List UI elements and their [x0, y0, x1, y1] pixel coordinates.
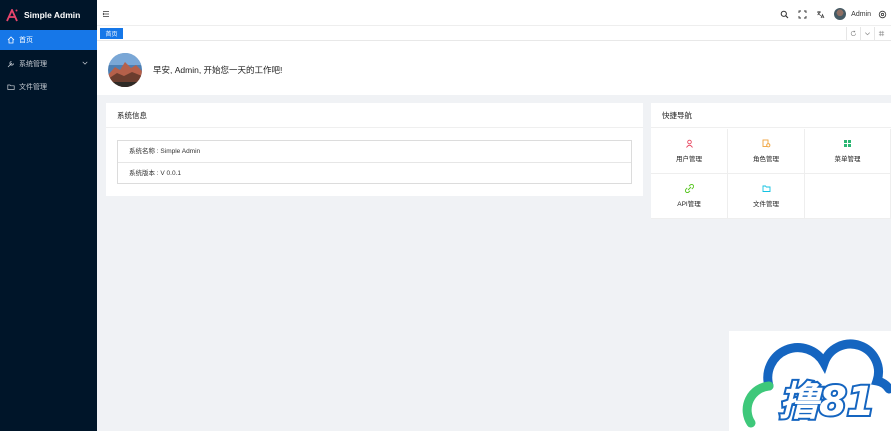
fullscreen-icon	[798, 10, 807, 18]
avatar[interactable]	[834, 8, 847, 20]
quick-nav-card: 快捷导航 用户管理 角色管理 菜单管理 API管理 文件管理	[651, 103, 891, 219]
app-title: Simple Admin	[24, 10, 81, 20]
welcome-panel: 早安, Admin, 开始您一天的工作吧!	[97, 41, 891, 95]
quick-nav-empty	[805, 174, 891, 219]
cloud-logo-icon: 撸81	[742, 339, 891, 428]
user-name[interactable]: Admin	[851, 11, 871, 18]
chevron-down-icon	[82, 61, 88, 65]
chevron-down-icon	[865, 32, 870, 36]
quick-nav-files[interactable]: 文件管理	[728, 174, 805, 219]
watermark-logo: 撸81	[729, 331, 891, 431]
tab-dropdown-button[interactable]	[860, 27, 874, 40]
sidebar-item-label: 系统管理	[19, 60, 47, 68]
tab-home[interactable]: 首页	[100, 28, 123, 39]
welcome-text: 早安, Admin, 开始您一天的工作吧!	[153, 65, 283, 75]
mountain-image	[108, 53, 142, 87]
quick-nav-grid: 用户管理 角色管理 菜单管理 API管理 文件管理	[651, 129, 891, 219]
logo-icon	[6, 8, 18, 21]
quick-nav-label: 菜单管理	[834, 156, 861, 163]
user-icon	[685, 139, 693, 148]
link-icon	[684, 184, 694, 193]
quick-nav-label: 文件管理	[753, 201, 779, 208]
tab-bar: 首页	[97, 25, 891, 41]
expand-icon	[878, 30, 885, 37]
quick-nav-users[interactable]: 用户管理	[651, 129, 728, 174]
sidebar-item-label: 首页	[19, 37, 33, 44]
menu-toggle-icon[interactable]	[102, 10, 110, 18]
refresh-button[interactable]	[846, 27, 860, 40]
welcome-avatar	[108, 53, 142, 87]
quick-nav-label: 用户管理	[676, 156, 702, 163]
folder-icon	[7, 84, 15, 90]
card-title: 快捷导航	[651, 103, 891, 128]
sidebar-item-label: 文件管理	[19, 84, 47, 91]
system-info-table: 系统名称 : Simple Admin 系统版本 : V 0.0.1	[117, 140, 632, 184]
tab-actions	[846, 27, 888, 41]
translate-icon	[817, 10, 825, 18]
quick-nav-label: 角色管理	[753, 156, 779, 163]
system-version-row: 系统版本 : V 0.0.1	[118, 162, 631, 183]
sidebar-logo[interactable]: Simple Admin	[0, 0, 97, 30]
system-name-row: 系统名称 : Simple Admin	[129, 148, 201, 155]
settings-button[interactable]	[878, 10, 887, 19]
search-button[interactable]	[780, 10, 789, 19]
wrench-icon	[7, 60, 14, 67]
quick-nav-menus[interactable]: 菜单管理	[805, 129, 891, 174]
folder-icon	[762, 185, 770, 192]
quick-nav-roles[interactable]: 角色管理	[728, 129, 805, 174]
sidebar: Simple Admin 首页 系统管理 文件管理	[0, 0, 97, 431]
settings-icon	[878, 10, 887, 18]
refresh-icon	[850, 30, 856, 37]
quick-nav-label: API管理	[677, 201, 701, 208]
card-title: 系统信息	[106, 103, 643, 128]
top-header: Admin	[97, 4, 891, 24]
grid-icon	[844, 140, 851, 147]
sidebar-item-files[interactable]: 文件管理	[0, 77, 97, 97]
role-icon	[762, 139, 770, 148]
tab-expand-button[interactable]	[874, 27, 888, 40]
sidebar-item-home[interactable]: 首页	[0, 30, 97, 50]
quick-nav-api[interactable]: API管理	[651, 174, 728, 219]
system-info-card: 系统信息 系统名称 : Simple Admin 系统版本 : V 0.0.1	[106, 103, 643, 196]
language-button[interactable]	[816, 10, 825, 19]
fullscreen-button[interactable]	[798, 10, 807, 19]
search-icon	[780, 10, 789, 18]
home-icon	[7, 36, 15, 44]
watermark-text: 撸81	[779, 379, 875, 425]
sidebar-item-system[interactable]: 系统管理	[0, 54, 97, 74]
